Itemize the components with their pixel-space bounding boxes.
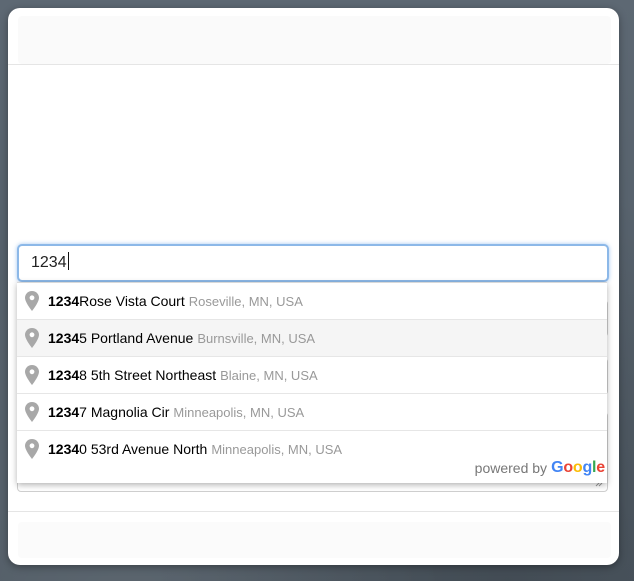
map-pin-icon [25, 365, 39, 385]
suggestion-match: 1234 [48, 330, 80, 346]
suggestion-item[interactable]: 1234 Rose Vista Court Roseville, MN, USA [17, 283, 607, 320]
suggestion-secondary-text: Blaine, MN, USA [220, 367, 318, 383]
map-pin-icon [25, 291, 39, 311]
suggestion-secondary-text: Roseville, MN, USA [188, 293, 303, 309]
suggestion-item[interactable]: 1234 8 5th Street Northeast Blaine, MN, US… [17, 357, 607, 394]
modal-footer [18, 522, 611, 558]
map-pin-icon [25, 402, 39, 422]
suggestion-secondary-text: Minneapolis, MN, USA [173, 404, 305, 420]
suggestion-main-text: Rose Vista Court [79, 293, 185, 309]
google-logo: Google [551, 459, 605, 477]
text-caret [67, 252, 69, 270]
google-attribution: powered by Google [474, 457, 606, 479]
suggestion-match: 1234 [48, 441, 80, 457]
google-logo-letter: o [563, 459, 573, 476]
google-logo-letter: e [596, 459, 605, 476]
address-autocomplete-input[interactable]: 1234 [17, 244, 609, 282]
map-pin-icon [25, 439, 39, 459]
suggestion-main-text: 0 53rd Avenue North [79, 441, 208, 457]
suggestion-main-text: 7 Magnolia Cir [79, 404, 170, 420]
map-pin-icon [25, 328, 39, 348]
suggestion-secondary-text: Burnsville, MN, USA [197, 330, 316, 346]
header-divider [8, 64, 619, 65]
google-logo-letter: g [582, 459, 593, 476]
address-input-value: 1234 [31, 254, 67, 271]
powered-by-label: powered by [474, 460, 548, 476]
suggestion-main-text: 5 Portland Avenue [79, 330, 194, 346]
google-logo-letter: G [551, 459, 564, 476]
suggestion-match: 1234 [48, 367, 80, 383]
suggestion-secondary-text: Minneapolis, MN, USA [211, 441, 343, 457]
suggestion-item[interactable]: 1234 7 Magnolia Cir Minneapolis, MN, USA [17, 394, 607, 431]
modal-header [18, 16, 611, 64]
autocomplete-dropdown: 1234 Rose Vista Court Roseville, MN, USA … [17, 282, 607, 483]
suggestion-item[interactable]: 1234 5 Portland Avenue Burnsville, MN, USA [17, 320, 607, 357]
suggestion-match: 1234 [48, 293, 80, 309]
footer-divider [8, 511, 619, 512]
suggestion-main-text: 8 5th Street Northeast [79, 367, 217, 383]
suggestion-match: 1234 [48, 404, 80, 420]
